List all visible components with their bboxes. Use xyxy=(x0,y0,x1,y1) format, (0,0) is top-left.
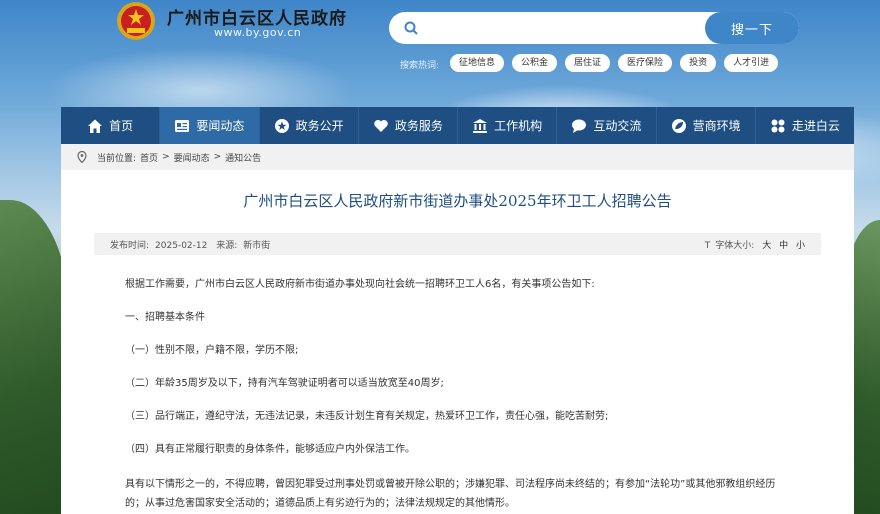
article-panel: 当前位置: 首页 > 要闻动态 > 通知公告 广州市白云区人民政府新市街道办事处… xyxy=(61,144,854,514)
hot-words-label: 搜索热词: xyxy=(400,61,440,71)
open-icon xyxy=(274,118,290,134)
nav-item-label: 政务服务 xyxy=(394,119,443,133)
article-paragraph: （一）性别不限，户籍不限，学历不限; xyxy=(125,345,299,356)
nav-item-agency[interactable]: 工作机构 xyxy=(458,107,558,144)
main-nav: 首页 要闻动态 政务公开 政务服务 工作机构 互动交流 营商环境 走进白云 xyxy=(61,107,854,144)
nav-item-home[interactable]: 首页 xyxy=(61,107,161,144)
location-pin-icon xyxy=(77,150,87,164)
breadcrumb-item[interactable]: 要闻动态 xyxy=(174,151,210,164)
home-icon xyxy=(87,118,103,134)
nav-item-label: 工作机构 xyxy=(494,119,543,133)
hot-tag[interactable]: 投资 xyxy=(680,54,717,72)
news-icon xyxy=(174,118,190,134)
search-icon xyxy=(403,20,419,36)
source-label: 来源: xyxy=(216,240,238,251)
article-paragraph: （二）年龄35周岁及以下，持有汽车驾驶证明者可以适当放宽至40周岁; xyxy=(125,378,444,389)
building-icon xyxy=(472,118,488,134)
hot-tag[interactable]: 人才引进 xyxy=(724,54,779,72)
nav-item-label: 首页 xyxy=(109,119,134,133)
search-box: 搜一下 xyxy=(389,12,799,44)
hot-tag[interactable]: 医疗保险 xyxy=(618,54,673,72)
breadcrumb-prefix: 当前位置: xyxy=(97,153,137,164)
national-emblem-icon xyxy=(115,0,157,42)
source-value: 新市街 xyxy=(243,240,271,251)
article-paragraph: 一、招聘基本条件 xyxy=(125,312,205,323)
nav-item-label: 营商环境 xyxy=(692,119,741,133)
font-size-icon: T xyxy=(704,240,711,251)
article-meta-info: 发布时间: 2025-02-12 来源: 新市街 xyxy=(110,238,276,251)
hot-tag[interactable]: 居住证 xyxy=(565,54,611,72)
breadcrumb-item[interactable]: 首页 xyxy=(140,151,158,164)
font-size-large-button[interactable]: 大 xyxy=(762,241,771,251)
nav-item-news[interactable]: 要闻动态 xyxy=(160,107,260,144)
breadcrumb-item[interactable]: 通知公告 xyxy=(225,151,261,164)
font-size-label: 字体大小: xyxy=(715,240,755,251)
breadcrumb: 当前位置: 首页 > 要闻动态 > 通知公告 xyxy=(61,144,854,170)
leaf-icon xyxy=(671,118,687,134)
article-paragraph: 根据工作需要，广州市白云区人民政府新市街道办事处现向社会统一招聘环卫工人6名，有… xyxy=(125,279,595,290)
grid-icon xyxy=(770,118,786,134)
article-meta: 发布时间: 2025-02-12 来源: 新市街 T 字体大小: 大 中 小 xyxy=(94,233,821,255)
search-button[interactable]: 搜一下 xyxy=(705,12,799,44)
heart-icon xyxy=(373,118,389,134)
nav-item-about[interactable]: 走进白云 xyxy=(756,107,854,144)
hot-words-list: 征地信息 公积金 居住证 医疗保险 投资 人才引进 xyxy=(450,54,779,72)
article-paragraph: （四）具有正常履行职责的身体条件，能够适应户内外保洁工作。 xyxy=(125,444,415,455)
font-size-control: T 字体大小: 大 中 小 xyxy=(700,238,805,251)
article-content: 根据工作需要，广州市白云区人民政府新市街道办事处现向社会统一招聘环卫工人6名，有… xyxy=(61,255,791,513)
article-title: 广州市白云区人民政府新市街道办事处2025年环卫工人招聘公告 xyxy=(243,192,672,210)
breadcrumb-separator: > xyxy=(162,152,170,162)
publish-label: 发布时间: xyxy=(110,240,150,251)
site-url: www.by.gov.cn xyxy=(214,26,302,39)
nav-item-label: 要闻动态 xyxy=(196,119,245,133)
hot-tag[interactable]: 公积金 xyxy=(512,54,558,72)
font-size-medium-button[interactable]: 中 xyxy=(779,241,788,251)
search-input[interactable] xyxy=(427,18,697,38)
nav-item-label: 政务公开 xyxy=(295,119,344,133)
nav-item-open[interactable]: 政务公开 xyxy=(260,107,359,144)
nav-item-interact[interactable]: 互动交流 xyxy=(557,107,657,144)
breadcrumb-separator: > xyxy=(213,152,222,162)
article-paragraph: （三）品行端正，遵纪守法，无违法记录，未违反计划生育有关规定，热爱环卫工作，责任… xyxy=(125,411,609,422)
nav-item-label: 走进白云 xyxy=(791,119,840,133)
publish-date: 2025-02-12 xyxy=(155,240,208,251)
nav-item-service[interactable]: 政务服务 xyxy=(359,107,458,144)
hot-tag[interactable]: 征地信息 xyxy=(450,54,505,72)
article-paragraph: 具有以下情形之一的，不得应聘，曾因犯罪受过刑事处罚或曾被开除公职的；涉嫌犯罪、司… xyxy=(125,479,776,509)
nav-item-label: 互动交流 xyxy=(593,119,642,133)
nav-item-business[interactable]: 营商环境 xyxy=(657,107,756,144)
font-size-small-button[interactable]: 小 xyxy=(796,241,805,251)
chat-icon xyxy=(571,118,587,134)
